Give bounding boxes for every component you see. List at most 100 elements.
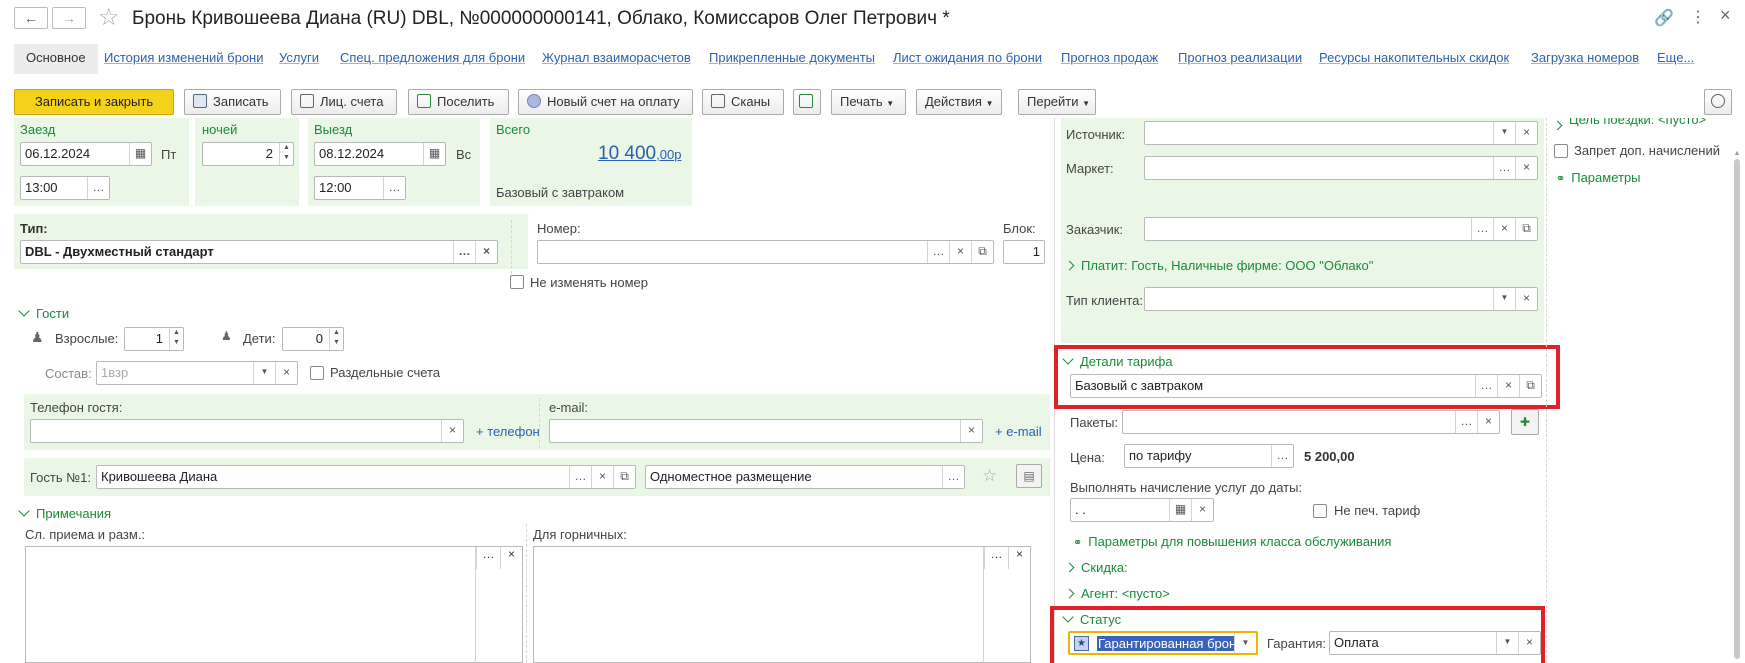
tab-room-occupancy[interactable]: Загрузка номеров	[1531, 50, 1639, 65]
packages-field[interactable]: … ×	[1122, 410, 1500, 434]
block-field[interactable]: 1	[1003, 240, 1045, 264]
actions-button[interactable]: Действия ▼	[916, 89, 1002, 115]
ellipsis-icon[interactable]: …	[476, 547, 500, 569]
tab-special-offers[interactable]: Спец. предложения для брони	[340, 50, 525, 65]
clear-icon[interactable]: ×	[500, 547, 522, 569]
clear-icon[interactable]: ×	[1515, 157, 1537, 179]
source-select[interactable]: ▼ ×	[1144, 121, 1538, 145]
tab-sales-realization[interactable]: Прогноз реализации	[1178, 50, 1302, 65]
clear-icon[interactable]: ×	[1515, 122, 1537, 144]
client-type-select[interactable]: ▼ ×	[1144, 287, 1538, 311]
tab-sales-forecast[interactable]: Прогноз продаж	[1061, 50, 1158, 65]
discount-toggle[interactable]: Скидка:	[1064, 560, 1128, 575]
dropdown-arrow-icon[interactable]: ▼	[1493, 122, 1515, 144]
adults-stepper[interactable]: 1 ▲ ▼	[124, 327, 184, 351]
clear-icon[interactable]: ×	[1493, 218, 1515, 240]
ellipsis-icon[interactable]: …	[1455, 411, 1477, 433]
room-type-field[interactable]: DBL - Двухместный стандарт … ×	[20, 240, 498, 264]
customer-field[interactable]: … × ⧉	[1144, 217, 1538, 241]
clear-icon[interactable]: ×	[1008, 547, 1030, 569]
scroll-up-arrow-icon[interactable]: ▲	[1733, 150, 1741, 157]
scrollbar-thumb[interactable]	[1734, 159, 1740, 659]
save-button[interactable]: Записать	[184, 89, 281, 115]
departure-time-field[interactable]: 12:00 …	[314, 176, 406, 200]
charge-until-date-field[interactable]: . . ▦ ×	[1070, 498, 1214, 522]
add-email-link[interactable]: + e-mail	[995, 424, 1042, 439]
link-icon[interactable]: 🔗	[1654, 8, 1674, 28]
composition-select[interactable]: 1взр ▼ ×	[96, 361, 298, 385]
clear-icon[interactable]: ×	[960, 420, 982, 442]
star-icon[interactable]: ☆	[982, 466, 997, 486]
settings-button[interactable]	[1704, 89, 1732, 115]
clear-icon[interactable]: ×	[1191, 499, 1213, 521]
open-icon[interactable]: ⧉	[1515, 218, 1537, 240]
tab-cumulative-discounts[interactable]: Ресурсы накопительных скидок	[1319, 50, 1509, 65]
scans-button[interactable]: Сканы	[702, 89, 784, 115]
arrival-date-field[interactable]: 06.12.2024 ▦	[20, 142, 152, 166]
calendar-icon[interactable]: ▦	[1169, 499, 1191, 521]
children-stepper[interactable]: 0 ▲ ▼	[282, 327, 344, 351]
ellipsis-icon[interactable]: …	[569, 466, 591, 488]
clear-icon[interactable]: ×	[949, 241, 971, 263]
room-number-field[interactable]: … × ⧉	[537, 240, 994, 264]
housekeeping-notes-textarea[interactable]: … ×	[533, 546, 1031, 663]
no-extra-charges-checkbox[interactable]	[1554, 144, 1568, 158]
ellipsis-icon[interactable]: …	[87, 177, 109, 199]
ellipsis-icon[interactable]: …	[927, 241, 949, 263]
close-window-icon[interactable]: ×	[1720, 5, 1731, 26]
guests-section-toggle[interactable]: Гости	[18, 305, 69, 321]
payer-toggle[interactable]: Платит: Гость, Наличные фирме: ООО "Обла…	[1064, 258, 1373, 273]
clear-icon[interactable]: ×	[591, 466, 613, 488]
separate-accounts-checkbox[interactable]	[310, 366, 324, 380]
guest-card-button[interactable]: ▤	[1016, 464, 1042, 488]
clear-icon[interactable]: ×	[441, 420, 463, 442]
notes-section-toggle[interactable]: Примечания	[18, 505, 111, 521]
tab-more[interactable]: Еще...	[1657, 50, 1694, 65]
departure-date-field[interactable]: 08.12.2024 ▦	[314, 142, 446, 166]
open-icon[interactable]: ⧉	[613, 466, 635, 488]
tab-settlements-journal[interactable]: Журнал взаиморасчетов	[542, 50, 691, 65]
ellipsis-icon[interactable]: …	[453, 241, 475, 263]
ellipsis-icon[interactable]: …	[1271, 445, 1293, 467]
stepper-arrows-icon[interactable]: ▲ ▼	[329, 328, 343, 350]
guest1-name-field[interactable]: Кривошеева Диана … × ⧉	[96, 465, 636, 489]
ellipsis-icon[interactable]: …	[1471, 218, 1493, 240]
personal-accounts-button[interactable]: Лиц. счета	[291, 89, 397, 115]
tab-attached-documents[interactable]: Прикрепленные документы	[709, 50, 875, 65]
upgrade-params-link[interactable]: ⚭ Параметры для повышения класса обслужив…	[1073, 534, 1391, 549]
email-field[interactable]: ×	[549, 419, 983, 443]
calendar-icon[interactable]: ▦	[423, 143, 445, 165]
save-and-close-button[interactable]: Записать и закрыть	[14, 89, 174, 115]
back-button[interactable]: ←	[14, 7, 48, 29]
arrival-time-field[interactable]: 13:00 …	[20, 176, 110, 200]
new-invoice-button[interactable]: Новый счет на оплату	[518, 89, 693, 115]
guest1-accommodation-field[interactable]: Одноместное размещение …	[645, 465, 965, 489]
agent-toggle[interactable]: Агент: <пусто>	[1064, 586, 1170, 601]
ellipsis-icon[interactable]: …	[984, 547, 1008, 569]
forward-button[interactable]: →	[52, 7, 86, 29]
ellipsis-icon[interactable]: …	[942, 466, 964, 488]
add-package-button[interactable]: ✚	[1511, 409, 1539, 435]
more-menu-icon[interactable]: ⋮	[1690, 7, 1706, 27]
stepper-arrows-icon[interactable]: ▲ ▼	[169, 328, 183, 350]
print-button[interactable]: Печать ▼	[831, 89, 906, 115]
favorite-star-icon[interactable]: ☆	[98, 3, 120, 32]
market-field[interactable]: … ×	[1144, 156, 1538, 180]
tab-booking-history[interactable]: История изменений брони	[104, 50, 264, 65]
add-phone-link[interactable]: + телефон	[476, 424, 540, 439]
trip-purpose-toggle[interactable]: Цель поездки: <пусто>	[1554, 118, 1706, 130]
reception-notes-textarea[interactable]: … ×	[25, 546, 523, 663]
total-amount[interactable]: 10 400,00р	[598, 143, 681, 165]
add-document-button[interactable]	[793, 89, 821, 115]
tab-waiting-list[interactable]: Лист ожидания по брони	[893, 50, 1042, 65]
tab-main[interactable]: Основное	[14, 44, 98, 74]
parameters-link[interactable]: ⚭ Параметры	[1556, 170, 1641, 185]
clear-icon[interactable]: ×	[475, 241, 497, 263]
clear-icon[interactable]: ×	[1477, 411, 1499, 433]
clear-icon[interactable]: ×	[1515, 288, 1537, 310]
stepper-arrows-icon[interactable]: ▲ ▼	[279, 143, 293, 165]
dropdown-arrow-icon[interactable]: ▼	[253, 362, 275, 384]
guest-phone-field[interactable]: ×	[30, 419, 464, 443]
dropdown-arrow-icon[interactable]: ▼	[1493, 288, 1515, 310]
ellipsis-icon[interactable]: …	[383, 177, 405, 199]
